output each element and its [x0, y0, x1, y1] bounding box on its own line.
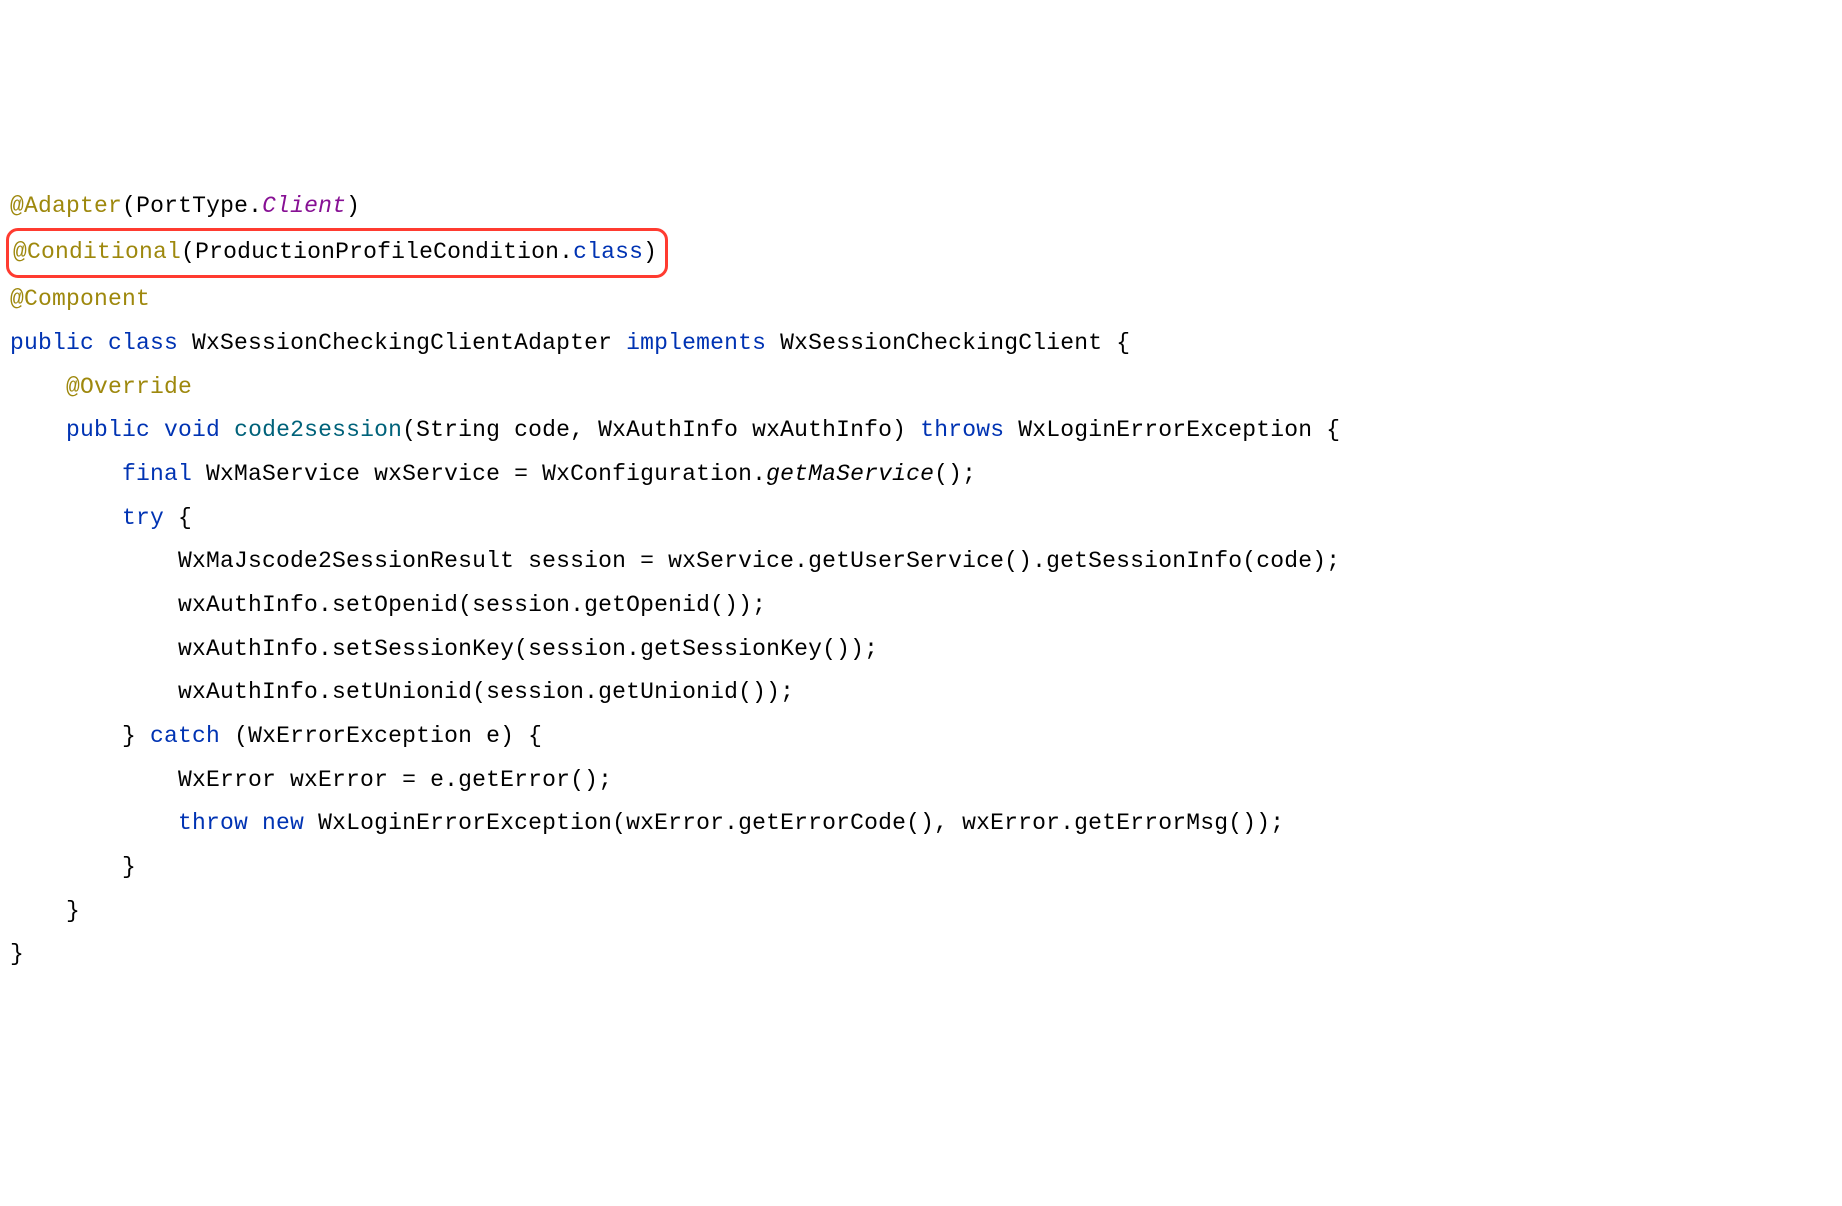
code-line-3: @Component — [10, 286, 150, 312]
indent — [10, 592, 178, 618]
code-line-2-highlighted: @Conditional(ProductionProfileCondition.… — [6, 228, 668, 278]
indent — [10, 548, 178, 574]
annotation-conditional: Conditional — [27, 239, 181, 265]
indent — [10, 854, 122, 880]
brace: } — [66, 898, 80, 924]
code-line-4: public class WxSessionCheckingClientAdap… — [10, 330, 1130, 356]
code-line-14: WxError wxError = e.getError(); — [10, 767, 612, 793]
exception-name: WxLoginErrorException { — [1018, 417, 1340, 443]
static-method: getMaService — [766, 461, 934, 487]
annotation-override: Override — [80, 374, 192, 400]
code-text: wxAuthInfo.setUnionid(session.getUnionid… — [178, 679, 794, 705]
brace: } — [122, 854, 136, 880]
indent — [10, 767, 178, 793]
brace: } — [10, 941, 24, 967]
class-name: WxSessionCheckingClientAdapter — [192, 330, 626, 356]
code-line-17: } — [10, 898, 80, 924]
throw-keyword: throw — [178, 810, 262, 836]
code-text: wxAuthInfo.setSessionKey(session.getSess… — [178, 636, 878, 662]
code-line-18: } — [10, 941, 24, 967]
implements-keyword: implements — [626, 330, 780, 356]
indent — [10, 679, 178, 705]
indent — [10, 723, 122, 749]
new-keyword: new — [262, 810, 318, 836]
annotation-at: @ — [13, 239, 27, 265]
indent — [10, 374, 66, 400]
code-line-7: final WxMaService wxService = WxConfigur… — [10, 461, 976, 487]
code-line-13: } catch (WxErrorException e) { — [10, 723, 542, 749]
interface-name: WxSessionCheckingClient { — [780, 330, 1130, 356]
code-text: WxMaService wxService = WxConfiguration. — [206, 461, 766, 487]
indent — [10, 636, 178, 662]
class-keyword: class — [573, 239, 643, 265]
brace: } — [122, 723, 150, 749]
annotation-component: Component — [24, 286, 150, 312]
brace: { — [178, 505, 192, 531]
code-line-11: wxAuthInfo.setSessionKey(session.getSess… — [10, 636, 878, 662]
code-line-10: wxAuthInfo.setOpenid(session.getOpenid()… — [10, 592, 766, 618]
paren-close: ) — [346, 193, 360, 219]
code-line-6: public void code2session(String code, Wx… — [10, 417, 1340, 443]
void-keyword: void — [164, 417, 234, 443]
indent — [10, 505, 122, 531]
indent — [10, 417, 66, 443]
public-keyword: public — [66, 417, 164, 443]
annotation-at: @ — [10, 286, 24, 312]
client-enum: Client — [262, 193, 346, 219]
class-keyword: class — [108, 330, 192, 356]
code-block: @Adapter(PortType.Client) @Conditional(P… — [10, 185, 1832, 977]
try-keyword: try — [122, 505, 178, 531]
paren-open: ( — [122, 193, 136, 219]
catch-keyword: catch — [150, 723, 234, 749]
code-line-5: @Override — [10, 374, 192, 400]
annotation-at: @ — [66, 374, 80, 400]
paren-close: ) — [643, 239, 657, 265]
indent — [10, 461, 122, 487]
annotation-adapter: Adapter — [24, 193, 122, 219]
catch-params: (WxErrorException e) { — [234, 723, 542, 749]
code-line-8: try { — [10, 505, 192, 531]
paren-open: ( — [181, 239, 195, 265]
code-text: WxError wxError = e.getError(); — [178, 767, 612, 793]
method-params: (String code, WxAuthInfo wxAuthInfo) — [402, 417, 920, 443]
indent — [10, 898, 66, 924]
code-text: WxLoginErrorException(wxError.getErrorCo… — [318, 810, 1284, 836]
method-name: code2session — [234, 417, 402, 443]
public-keyword: public — [10, 330, 108, 356]
code-line-9: WxMaJscode2SessionResult session = wxSer… — [10, 548, 1340, 574]
porttype-text: PortType. — [136, 193, 262, 219]
indent — [10, 810, 178, 836]
code-line-15: throw new WxLoginErrorException(wxError.… — [10, 810, 1284, 836]
code-text: (); — [934, 461, 976, 487]
code-line-12: wxAuthInfo.setUnionid(session.getUnionid… — [10, 679, 794, 705]
condition-class: ProductionProfileCondition. — [195, 239, 573, 265]
throws-keyword: throws — [920, 417, 1018, 443]
annotation-at: @ — [10, 193, 24, 219]
final-keyword: final — [122, 461, 206, 487]
code-line-16: } — [10, 854, 136, 880]
code-text: WxMaJscode2SessionResult session = wxSer… — [178, 548, 1340, 574]
code-line-1: @Adapter(PortType.Client) — [10, 193, 360, 219]
code-text: wxAuthInfo.setOpenid(session.getOpenid()… — [178, 592, 766, 618]
